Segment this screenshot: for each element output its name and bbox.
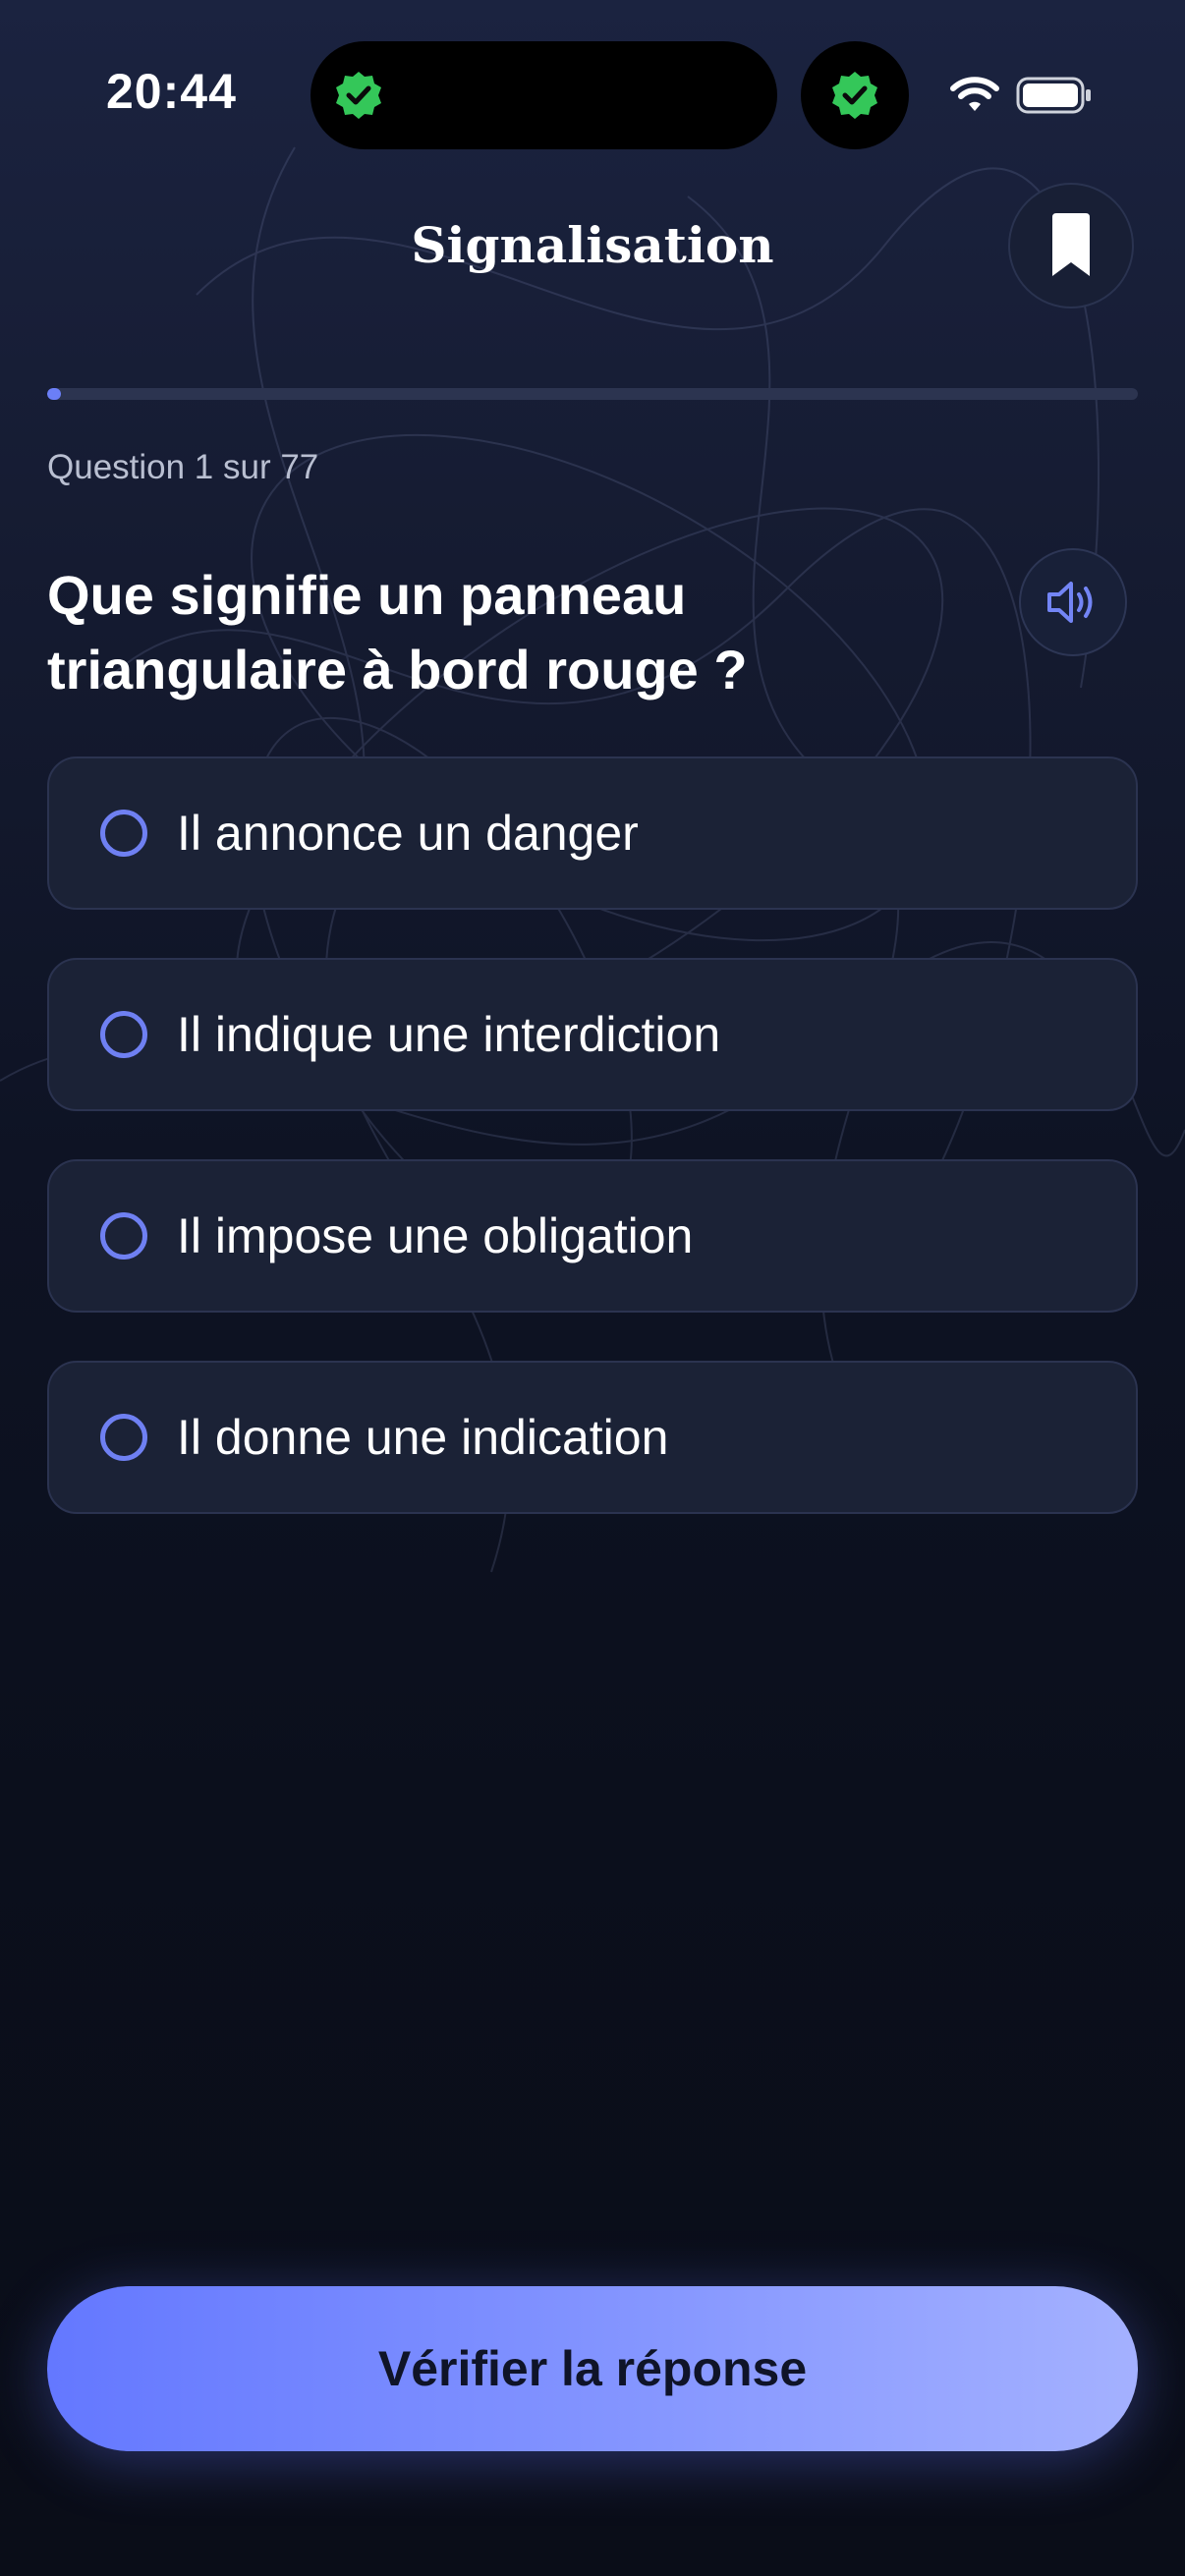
audio-button[interactable] <box>1019 548 1127 656</box>
bookmark-button[interactable] <box>1008 183 1134 308</box>
bookmark-icon <box>1052 213 1090 276</box>
verify-answer-label: Vérifier la réponse <box>377 2341 808 2396</box>
answer-option[interactable]: Il donne une indication <box>47 1361 1138 1514</box>
answer-option[interactable]: Il annonce un danger <box>47 756 1138 910</box>
verified-badge-icon <box>832 72 877 119</box>
answer-option-label: Il annonce un danger <box>177 806 639 861</box>
radio-button[interactable] <box>100 1414 147 1461</box>
answer-option-label: Il donne une indication <box>177 1410 669 1465</box>
wifi-icon <box>950 77 999 111</box>
question-text: Que signifie un panneau triangulaire à b… <box>47 564 748 700</box>
radio-button[interactable] <box>100 810 147 857</box>
progress-bar <box>47 388 1138 400</box>
verified-badge-icon <box>336 72 381 119</box>
speaker-icon <box>1047 582 1093 623</box>
answer-option-label: Il indique une interdiction <box>177 1007 721 1062</box>
status-time: 20:44 <box>106 64 237 119</box>
battery-icon <box>1016 77 1091 114</box>
answer-option[interactable]: Il indique une interdiction <box>47 958 1138 1111</box>
radio-button[interactable] <box>100 1011 147 1058</box>
answer-option-label: Il impose une obligation <box>177 1208 694 1263</box>
question-counter: Question 1 sur 77 <box>47 448 319 486</box>
radio-button[interactable] <box>100 1212 147 1260</box>
verify-answer-button[interactable]: Vérifier la réponse <box>47 2286 1138 2451</box>
answer-option[interactable]: Il impose une obligation <box>47 1159 1138 1313</box>
progress-fill <box>47 388 62 400</box>
quiz-screen: 20:44 Signalisation Question 1 sur 77 Qu… <box>0 0 1185 2576</box>
